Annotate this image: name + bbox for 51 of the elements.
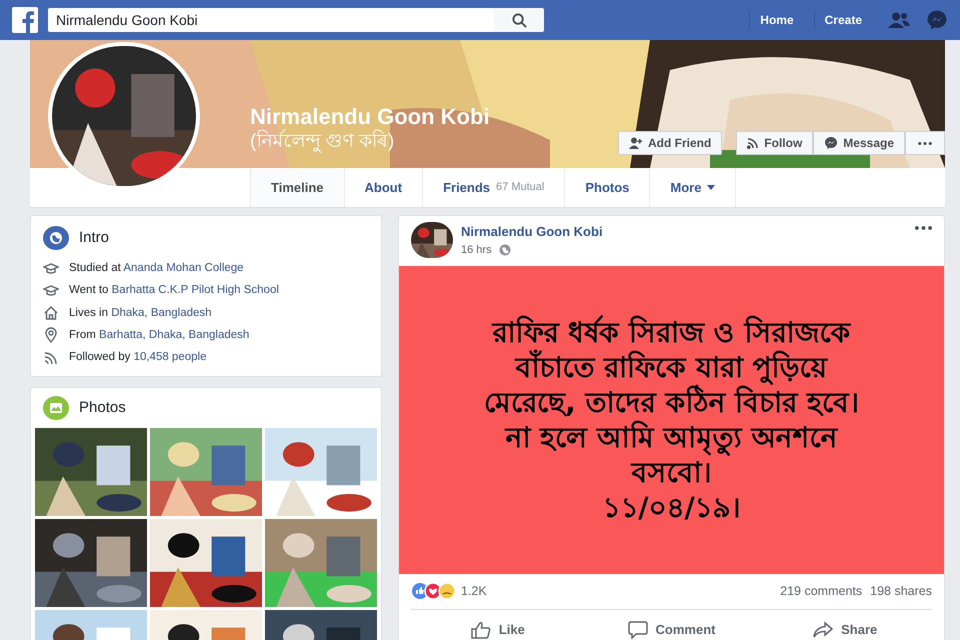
search-field[interactable]: Nirmalendu Goon Kobi <box>48 8 494 32</box>
nav-link[interactable]: Home <box>749 11 804 29</box>
card-title: Intro <box>79 228 110 248</box>
shares-link[interactable]: 198 shares <box>870 582 932 601</box>
intro-detail: Followed by 10,458 people <box>69 350 206 365</box>
tab-label: Timeline <box>271 178 324 197</box>
search-icon <box>512 12 526 28</box>
location-pin-icon <box>43 327 59 344</box>
logo-icon[interactable] <box>12 7 38 33</box>
more-icon <box>915 226 932 230</box>
image-icon <box>43 396 69 420</box>
intro-detail: Studied at Ananda Mohan College <box>69 261 244 276</box>
more-button[interactable] <box>915 226 932 230</box>
share-arrow-icon <box>813 620 834 639</box>
tab[interactable]: Timeline <box>250 168 344 207</box>
messenger-icon[interactable] <box>926 9 948 31</box>
link[interactable]: Dhaka, Bangladesh <box>111 306 212 318</box>
search-button[interactable] <box>494 8 544 32</box>
feed-icon <box>43 350 59 366</box>
mutual-count: 67 Mutual <box>496 180 544 196</box>
link[interactable]: Ananda Mohan College <box>123 262 244 274</box>
reaction-count[interactable]: 1.2K <box>461 582 487 601</box>
like-button[interactable]: Like <box>411 614 585 640</box>
friends-icon[interactable] <box>888 12 910 28</box>
post-time[interactable]: 16 hrs <box>461 242 492 258</box>
globe-icon <box>43 226 69 250</box>
tab[interactable]: Friends 67 Mutual <box>422 168 564 207</box>
tab-label: More <box>670 178 702 197</box>
comments-link[interactable]: 219 comments <box>780 582 862 601</box>
intro-detail: Lives in Dhaka, Bangladesh <box>69 306 212 320</box>
globe-icon <box>498 244 511 256</box>
tab-label: Friends <box>443 178 490 197</box>
card-title: Photos <box>79 398 126 418</box>
tab-label: About <box>364 178 402 197</box>
house-icon <box>43 305 59 322</box>
intro-detail: From Barhatta, Dhaka, Bangladesh <box>69 328 250 343</box>
speech-bubble-icon <box>628 620 648 639</box>
author-link[interactable]: Nirmalendu Goon Kobi <box>461 222 907 242</box>
thumbs-up-icon <box>470 620 491 639</box>
tab[interactable]: Photos <box>564 168 650 207</box>
link[interactable]: 10,458 people <box>134 351 206 363</box>
comment-button[interactable]: Comment <box>584 614 758 640</box>
tab[interactable]: More <box>649 168 736 207</box>
link[interactable]: Barhatta C.K.P Pilot High School <box>112 284 279 296</box>
nav-link[interactable]: Create <box>814 11 872 29</box>
tab[interactable]: About <box>344 168 422 207</box>
link[interactable]: Barhatta, Dhaka, Bangladesh <box>99 328 250 341</box>
tab-label: Photos <box>585 178 630 197</box>
post-text: রাফির ধর্ষক সিরাজ ও সিরাজকে বাঁচাতে রাফিকে যারা পুড়িয়ে মেরেছে, তাদের কঠিন বিচার হবে। না হলে আমি আমৃত্যু অনশনে বসবো। ১১/০৪/১৯। <box>484 315 859 525</box>
share-button[interactable]: Share <box>758 614 932 640</box>
intro-detail: Went to Barhatta C.K.P Pilot High School <box>69 283 279 298</box>
